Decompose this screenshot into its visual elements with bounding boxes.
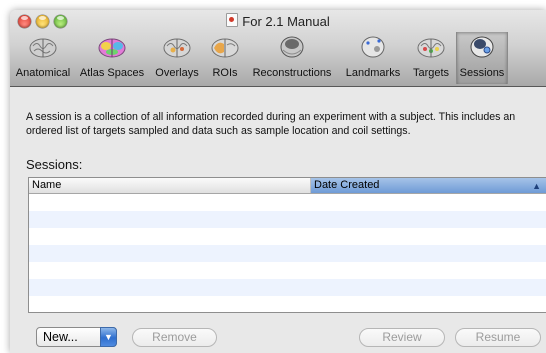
sessions-heading: Sessions: (26, 157, 83, 172)
toolbar-item-rois[interactable]: ROIs (206, 32, 244, 84)
document-icon (226, 13, 239, 27)
table-body[interactable] (29, 194, 546, 312)
toolbar: Anatomical Atlas Spaces Overlays ROIs Re… (10, 32, 546, 84)
toolbar-label: Anatomical (15, 67, 71, 79)
remove-button[interactable]: Remove (132, 328, 217, 347)
sort-ascending-icon: ▲ (532, 181, 541, 191)
window-title-text: For 2.1 Manual (242, 14, 330, 29)
column-header-date-created[interactable]: Date Created ▲ (311, 178, 546, 193)
toolbar-label: Landmarks (345, 67, 401, 79)
brain-gray-icon (28, 34, 58, 60)
table-row (29, 262, 546, 279)
head-sessions-icon (467, 34, 497, 60)
window: For 2.1 Manual Anatomical Atlas Spaces O… (10, 10, 546, 353)
window-title: For 2.1 Manual (10, 13, 546, 29)
head-landmarks-icon (358, 34, 388, 60)
new-session-label: New... (43, 330, 78, 344)
toolbar-item-reconstructions[interactable]: Reconstructions (244, 32, 340, 84)
toolbar-item-landmarks[interactable]: Landmarks (340, 32, 406, 84)
sessions-pane: A session is a collection of all informa… (10, 87, 546, 353)
window-chrome: For 2.1 Manual Anatomical Atlas Spaces O… (10, 10, 546, 87)
toolbar-item-overlays[interactable]: Overlays (148, 32, 206, 84)
head-reconstruction-icon (277, 34, 307, 60)
toolbar-item-sessions[interactable]: Sessions (456, 32, 508, 84)
toolbar-label: Targets (412, 67, 450, 79)
table-header: Name Date Created ▲ (29, 178, 546, 194)
table-row (29, 296, 546, 312)
sessions-description: A session is a collection of all informa… (26, 111, 516, 137)
toolbar-label: Reconstructions (252, 67, 332, 79)
toolbar-item-anatomical[interactable]: Anatomical (10, 32, 76, 84)
table-row (29, 228, 546, 245)
chevron-down-icon[interactable]: ▼ (100, 327, 117, 347)
resume-button[interactable]: Resume (455, 328, 541, 347)
toolbar-label: ROIs (212, 67, 238, 79)
table-row (29, 211, 546, 228)
column-header-name[interactable]: Name (29, 178, 311, 193)
table-row (29, 245, 546, 262)
brain-roi-icon (210, 34, 240, 60)
brain-targets-icon (416, 34, 446, 60)
brain-color-icon (97, 34, 127, 60)
new-session-popup-button[interactable]: New... ▼ (36, 327, 117, 347)
table-row (29, 279, 546, 296)
column-header-date-created-label: Date Created (314, 179, 380, 191)
toolbar-label: Overlays (155, 67, 199, 79)
toolbar-item-targets[interactable]: Targets (406, 32, 456, 84)
brain-overlay-icon (162, 34, 192, 60)
toolbar-label: Sessions (459, 67, 505, 79)
sessions-table[interactable]: Name Date Created ▲ (28, 177, 546, 313)
toolbar-label: Atlas Spaces (79, 67, 145, 79)
review-button[interactable]: Review (359, 328, 445, 347)
toolbar-item-atlas-spaces[interactable]: Atlas Spaces (76, 32, 148, 84)
table-row (29, 194, 546, 211)
